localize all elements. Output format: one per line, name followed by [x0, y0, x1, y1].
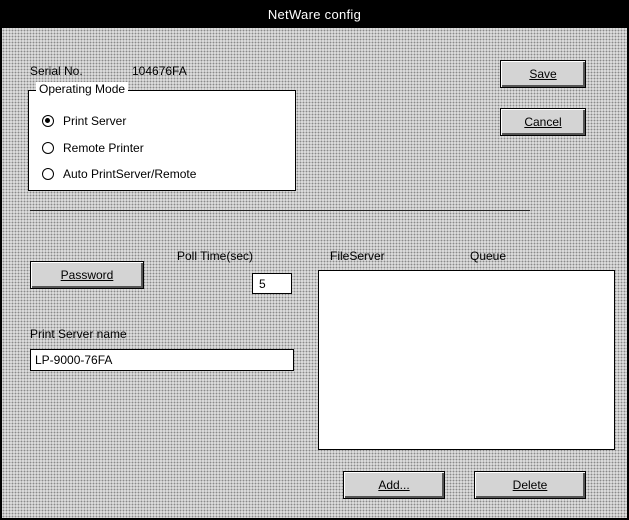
radio-button-icon[interactable]	[42, 115, 54, 127]
password-button[interactable]: Password	[30, 261, 144, 289]
radio-button-icon[interactable]	[42, 168, 54, 180]
radio-print-server[interactable]: Print Server	[42, 114, 126, 128]
save-button-label: Save	[529, 67, 557, 81]
fileserver-queue-list[interactable]	[318, 270, 615, 450]
serial-number-value: 104676FA	[132, 64, 187, 78]
radio-button-icon[interactable]	[42, 142, 54, 154]
delete-button-label: Delete	[512, 478, 548, 492]
section-divider	[30, 210, 530, 211]
window-title: NetWare config	[2, 2, 627, 28]
poll-time-input[interactable]	[252, 273, 292, 294]
netware-config-window: NetWare config Serial No. 104676FA Opera…	[0, 0, 629, 520]
cancel-button-label: Cancel	[524, 115, 562, 129]
radio-auto-printserver-remote-label: Auto PrintServer/Remote	[63, 167, 197, 181]
save-button[interactable]: Save	[500, 60, 586, 88]
print-server-name-input[interactable]	[30, 349, 294, 371]
add-button[interactable]: Add...	[343, 471, 445, 499]
password-button-label: Password	[60, 268, 114, 282]
add-button-label: Add...	[378, 478, 410, 492]
radio-remote-printer-label: Remote Printer	[63, 141, 144, 155]
cancel-button[interactable]: Cancel	[500, 108, 586, 136]
radio-auto-printserver-remote[interactable]: Auto PrintServer/Remote	[42, 167, 196, 181]
fileserver-column-header: FileServer	[330, 249, 385, 263]
operating-mode-legend: Operating Mode	[36, 82, 129, 96]
delete-button[interactable]: Delete	[474, 471, 586, 499]
poll-time-label: Poll Time(sec)	[177, 249, 254, 263]
radio-print-server-label: Print Server	[63, 114, 127, 128]
serial-number-label: Serial No.	[30, 64, 83, 78]
radio-remote-printer[interactable]: Remote Printer	[42, 141, 144, 155]
print-server-name-label: Print Server name	[30, 327, 127, 341]
queue-column-header: Queue	[470, 249, 507, 263]
